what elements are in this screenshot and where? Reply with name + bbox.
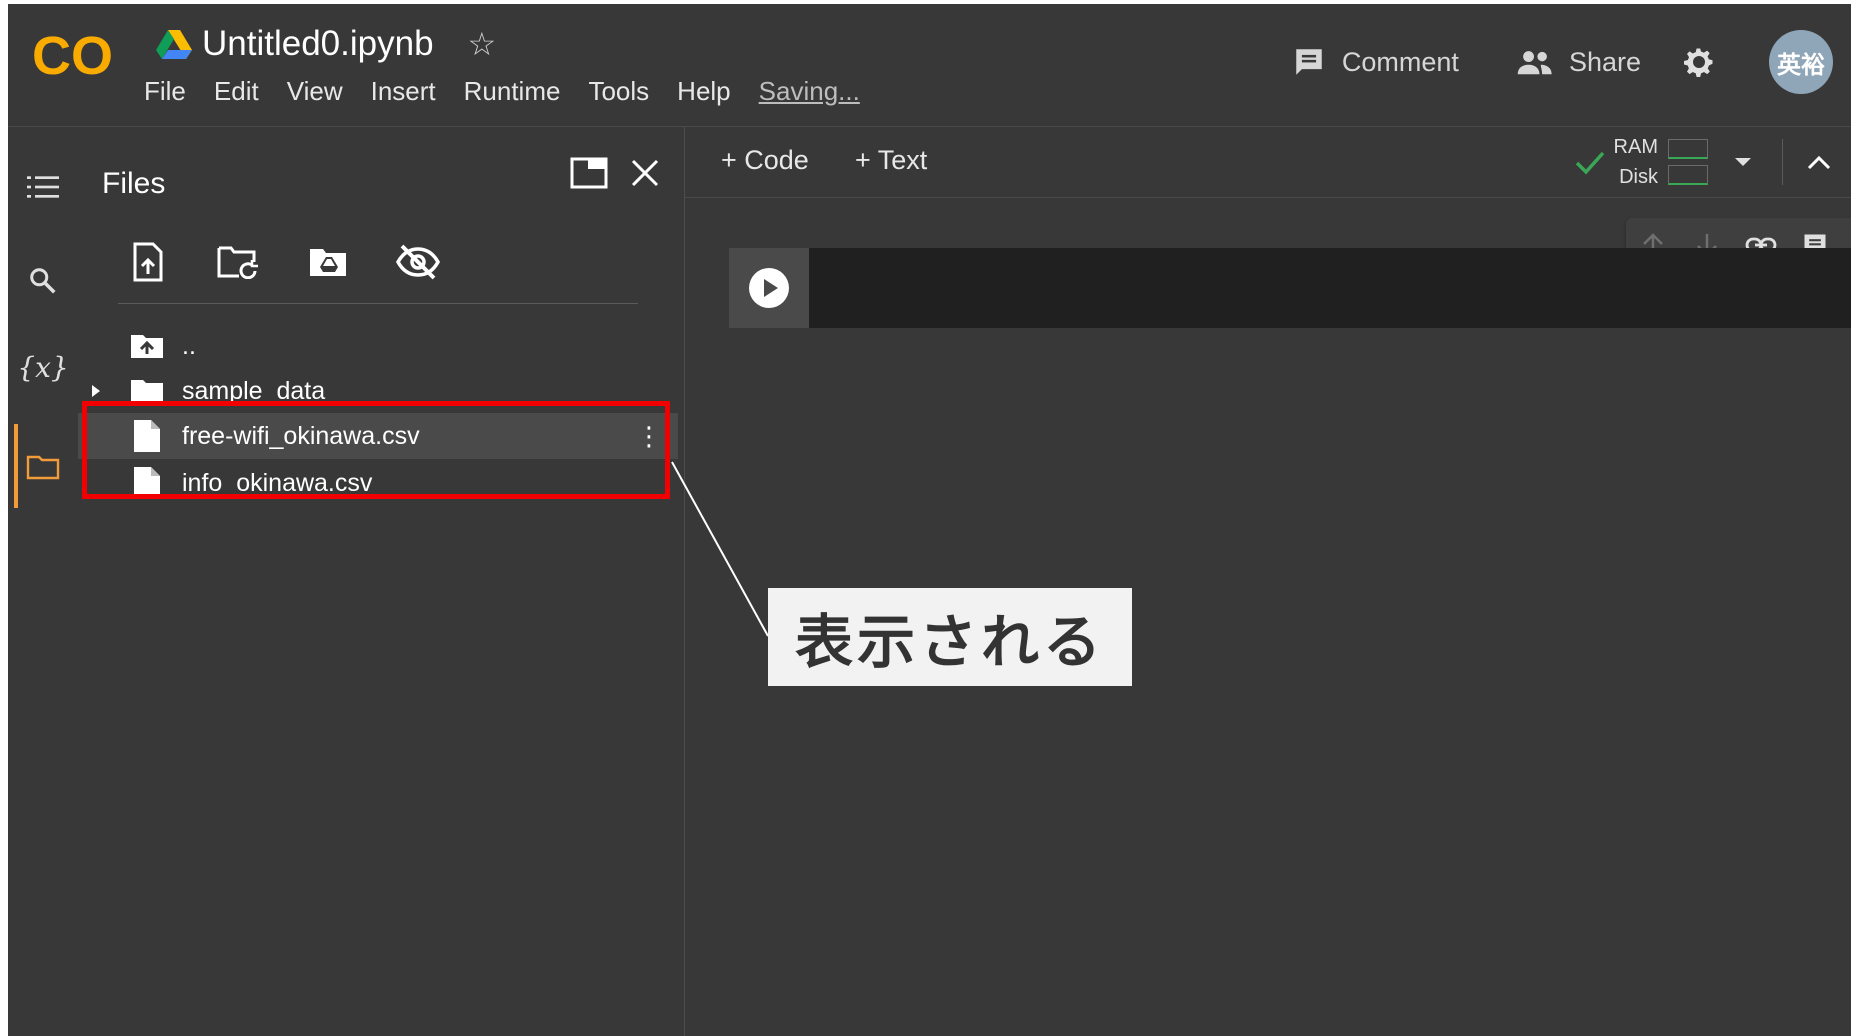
annotation-callout: 表示される	[768, 588, 1132, 686]
files-panel-title: Files	[102, 167, 166, 200]
menu-runtime[interactable]: Runtime	[464, 76, 561, 107]
toc-icon	[27, 176, 59, 198]
variables-icon: {x}	[17, 350, 69, 384]
comment-label: Comment	[1341, 46, 1459, 77]
chevron-down-icon[interactable]	[1734, 156, 1752, 168]
parent-folder-icon	[130, 329, 164, 363]
ram-label: RAM	[1613, 136, 1658, 158]
search-button[interactable]	[8, 251, 78, 311]
toolbar-divider	[1782, 139, 1783, 185]
open-in-tab-icon[interactable]	[570, 157, 608, 189]
ram-bar	[1668, 139, 1708, 159]
disk-label: Disk	[1619, 166, 1658, 188]
resources-indicator[interactable]: RAM Disk	[1574, 136, 1831, 188]
hide-files-icon	[396, 244, 440, 280]
save-status[interactable]: Saving...	[759, 76, 860, 107]
share-label: Share	[1568, 46, 1641, 77]
colab-logo-text: CO	[32, 26, 113, 86]
panel-actions	[548, 157, 660, 189]
menu-edit[interactable]: Edit	[214, 76, 259, 107]
files-panel: Files .. sample_data free-wifi_okinawa.c…	[78, 127, 685, 1036]
add-code-button[interactable]: + Code	[721, 145, 809, 176]
menu-bar: File Edit View Insert Runtime Tools Help…	[144, 76, 888, 107]
menu-tools[interactable]: Tools	[588, 76, 649, 107]
share-button[interactable]: Share	[1515, 47, 1641, 78]
play-icon	[749, 268, 789, 308]
comment-button[interactable]: Comment	[1292, 45, 1459, 79]
toggle-hidden-button[interactable]	[388, 237, 448, 287]
header-actions: Comment Share 英裕	[1236, 30, 1833, 94]
title-row: Untitled0.ipynb ☆	[156, 22, 496, 66]
left-rail: {x}	[8, 127, 78, 1036]
colab-logo[interactable]: CO	[30, 26, 120, 86]
notebook-toolbar: + Code + Text RAM Disk	[685, 127, 1851, 198]
refresh-folder-icon	[217, 246, 258, 279]
run-cell-button[interactable]	[729, 248, 809, 328]
menu-view[interactable]: View	[287, 76, 343, 107]
tree-item-label: ..	[182, 331, 196, 360]
code-cell[interactable]	[729, 248, 1851, 328]
refresh-button[interactable]	[208, 237, 268, 287]
colab-window: CO Untitled0.ipynb ☆ File Edit View Inse…	[8, 4, 1851, 1036]
gear-icon	[1684, 48, 1713, 77]
comment-icon	[1296, 49, 1322, 75]
annotation-highlight-box	[82, 401, 670, 499]
mount-drive-icon	[310, 249, 346, 276]
variables-button[interactable]: {x}	[8, 337, 78, 397]
user-avatar[interactable]: 英裕	[1769, 30, 1833, 94]
menu-help[interactable]: Help	[677, 76, 730, 107]
people-icon	[1517, 51, 1552, 75]
disk-bar	[1668, 165, 1708, 185]
tree-row-parent[interactable]: ..	[78, 323, 678, 369]
settings-button[interactable]	[1681, 44, 1733, 80]
google-drive-icon	[156, 30, 192, 59]
mount-drive-button[interactable]	[298, 237, 358, 287]
connected-check-icon	[1575, 151, 1604, 175]
upload-file-icon	[133, 242, 163, 282]
resource-labels: RAM Disk	[1614, 132, 1658, 192]
resource-bars	[1668, 136, 1708, 188]
chevron-up-icon[interactable]	[1807, 154, 1831, 170]
table-of-contents-button[interactable]	[8, 157, 78, 217]
menu-file[interactable]: File	[144, 76, 186, 107]
search-icon	[30, 268, 56, 294]
menu-insert[interactable]: Insert	[371, 76, 436, 107]
upload-button[interactable]	[118, 237, 178, 287]
header-bar: CO Untitled0.ipynb ☆ File Edit View Inse…	[8, 4, 1851, 127]
notebook-title[interactable]: Untitled0.ipynb	[202, 24, 434, 64]
star-icon[interactable]: ☆	[468, 25, 497, 63]
files-button[interactable]	[8, 437, 78, 497]
add-text-button[interactable]: + Text	[855, 145, 927, 176]
files-toolbar	[118, 237, 638, 304]
close-icon[interactable]	[630, 158, 660, 188]
folder-icon	[26, 455, 60, 480]
